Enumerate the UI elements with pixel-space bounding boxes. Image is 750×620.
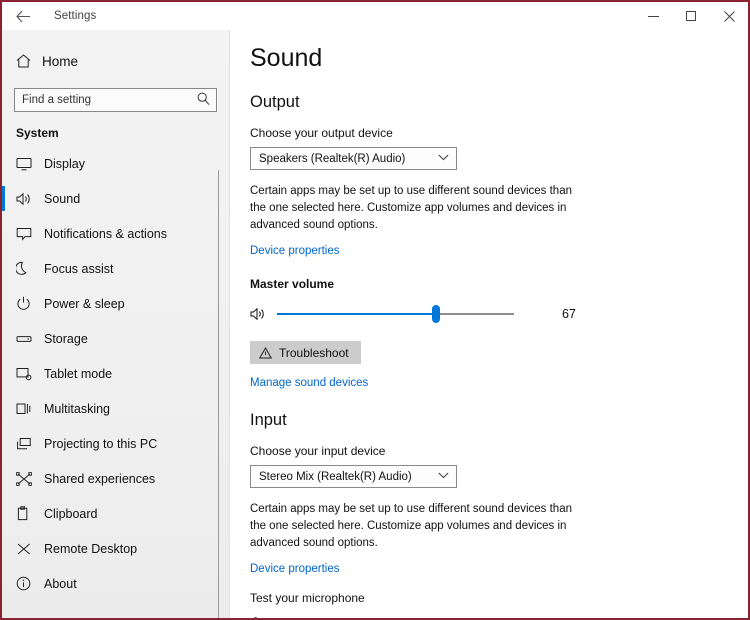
- sidebar-item-shared-experiences-label: Shared experiences: [44, 471, 156, 486]
- sidebar-item-display-label: Display: [44, 156, 85, 171]
- sidebar-item-remote-desktop-label: Remote Desktop: [44, 541, 138, 556]
- remote-desktop-icon: [16, 542, 44, 556]
- main-content: Sound Output Choose your output device S…: [231, 30, 748, 618]
- sidebar-item-storage-label: Storage: [44, 331, 88, 346]
- tablet-icon: [16, 367, 44, 381]
- microphone-level-row: [250, 616, 748, 618]
- sidebar-section-title: System: [16, 126, 59, 140]
- settings-window: Settings Home Find a setting System Disp…: [0, 0, 750, 620]
- master-volume-fill: [277, 313, 436, 315]
- input-heading: Input: [250, 411, 287, 429]
- output-device-label: Choose your output device: [250, 126, 393, 140]
- search-input[interactable]: [15, 89, 193, 111]
- sidebar-item-power-sleep[interactable]: Power & sleep: [2, 286, 229, 321]
- power-icon: [16, 296, 44, 311]
- sidebar-nav: Display Sound Notifications & actions Fo…: [2, 146, 229, 601]
- sidebar-item-tablet-mode-label: Tablet mode: [44, 366, 113, 381]
- master-volume-value: 67: [562, 307, 576, 321]
- input-device-label: Choose your input device: [250, 444, 386, 458]
- back-arrow-icon: [15, 10, 30, 22]
- home-icon: [16, 54, 42, 68]
- back-button[interactable]: [2, 2, 44, 30]
- sidebar-item-shared-experiences[interactable]: Shared experiences: [2, 461, 229, 496]
- sidebar-item-storage[interactable]: Storage: [2, 321, 229, 356]
- output-description: Certain apps may be set up to use differ…: [250, 185, 572, 231]
- sidebar-item-projecting-label: Projecting to this PC: [44, 436, 158, 451]
- sidebar-item-multitasking[interactable]: Multitasking: [2, 391, 229, 426]
- storage-icon: [16, 333, 44, 345]
- chevron-down-icon: [438, 153, 449, 164]
- input-description: Certain apps may be set up to use differ…: [250, 503, 572, 549]
- chevron-down-icon: [438, 471, 449, 482]
- output-device-dropdown[interactable]: Speakers (Realtek(R) Audio): [250, 147, 457, 170]
- sidebar-item-projecting[interactable]: Projecting to this PC: [2, 426, 229, 461]
- output-troubleshoot-button[interactable]: Troubleshoot: [250, 341, 361, 364]
- window-controls: [634, 2, 748, 30]
- notification-icon: [16, 227, 44, 241]
- sidebar-item-sound[interactable]: Sound: [2, 181, 229, 216]
- search-icon: [197, 92, 210, 111]
- sidebar-item-about[interactable]: About: [2, 566, 229, 601]
- sidebar-item-tablet-mode[interactable]: Tablet mode: [2, 356, 229, 391]
- sidebar-item-focus-assist[interactable]: Focus assist: [2, 251, 229, 286]
- master-volume-thumb[interactable]: [431, 305, 440, 323]
- close-button[interactable]: [710, 2, 748, 30]
- master-volume-label: Master volume: [250, 277, 335, 291]
- maximize-icon: [686, 11, 696, 21]
- speaker-volume-icon: [250, 307, 272, 321]
- output-device-properties-link[interactable]: Device properties: [250, 245, 339, 257]
- multitasking-icon: [16, 402, 44, 416]
- moon-icon: [16, 261, 44, 276]
- sidebar-scrollbar[interactable]: [218, 170, 219, 618]
- minimize-button[interactable]: [634, 2, 672, 30]
- title-bar: Settings: [2, 2, 748, 30]
- input-device-properties-link[interactable]: Device properties: [250, 563, 339, 575]
- output-troubleshoot-label: Troubleshoot: [279, 345, 349, 360]
- sidebar-item-clipboard-label: Clipboard: [44, 506, 98, 521]
- master-volume-slider[interactable]: [277, 305, 514, 323]
- sidebar-item-notifications[interactable]: Notifications & actions: [2, 216, 229, 251]
- sidebar-item-notifications-label: Notifications & actions: [44, 226, 167, 241]
- speaker-icon: [16, 192, 44, 206]
- sidebar-item-home[interactable]: Home: [2, 46, 229, 76]
- sidebar-item-home-label: Home: [42, 53, 79, 69]
- sidebar-item-about-label: About: [44, 576, 77, 591]
- search-container: [2, 76, 229, 112]
- sidebar-item-display[interactable]: Display: [2, 146, 229, 181]
- window-title: Settings: [54, 10, 97, 22]
- sidebar-item-multitasking-label: Multitasking: [44, 401, 110, 416]
- sidebar-item-remote-desktop[interactable]: Remote Desktop: [2, 531, 229, 566]
- output-heading: Output: [250, 93, 300, 111]
- search-box[interactable]: [14, 88, 217, 112]
- manage-sound-devices-link[interactable]: Manage sound devices: [250, 377, 368, 389]
- shared-icon: [16, 471, 44, 486]
- clipboard-icon: [16, 506, 44, 521]
- output-device-value: Speakers (Realtek(R) Audio): [259, 152, 406, 165]
- sidebar-item-power-sleep-label: Power & sleep: [44, 296, 125, 311]
- sidebar: Home System: [2, 30, 230, 618]
- monitor-icon: [16, 157, 44, 171]
- master-volume-row: 67: [250, 303, 748, 325]
- sidebar-item-sound-label: Sound: [44, 191, 81, 206]
- input-device-value: Stereo Mix (Realtek(R) Audio): [259, 470, 412, 483]
- minimize-icon: [647, 15, 659, 17]
- maximize-button[interactable]: [672, 2, 710, 30]
- page-title: Sound: [250, 44, 323, 72]
- input-device-dropdown[interactable]: Stereo Mix (Realtek(R) Audio): [250, 465, 457, 488]
- info-icon: [16, 576, 44, 591]
- projecting-icon: [16, 437, 44, 451]
- close-icon: [723, 10, 735, 22]
- warning-triangle-icon: [259, 346, 272, 359]
- test-microphone-label: Test your microphone: [250, 591, 365, 605]
- sidebar-item-focus-assist-label: Focus assist: [44, 261, 114, 276]
- sidebar-item-clipboard[interactable]: Clipboard: [2, 496, 229, 531]
